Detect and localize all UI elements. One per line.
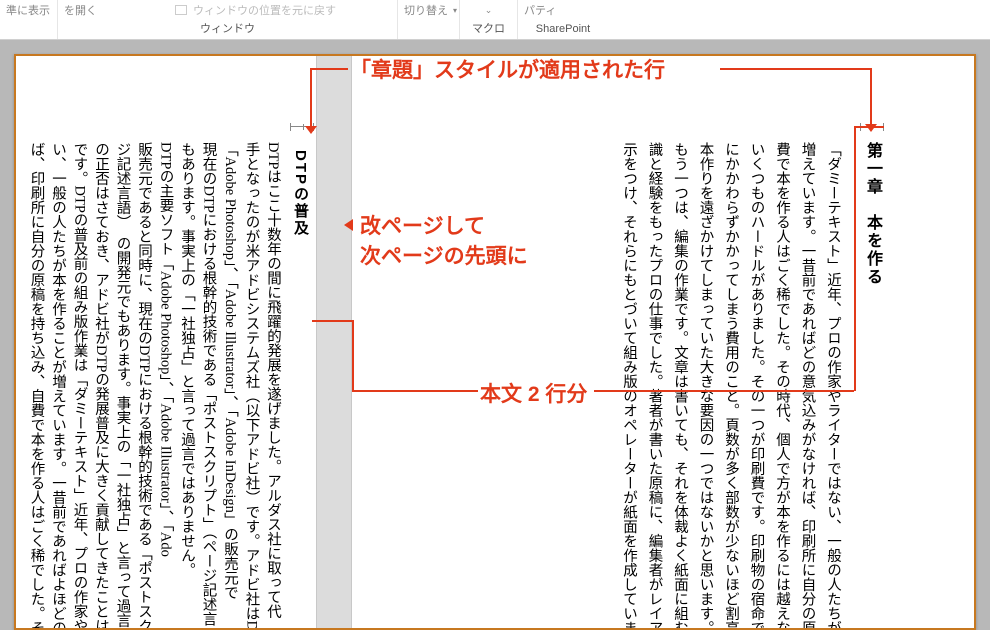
annotation-line bbox=[352, 320, 354, 390]
text-line: です。DTPの普及前の組み版作業は「ダミーテキスト」近年、プロの作家や bbox=[69, 142, 91, 628]
text-line: 識と経験をもったプロの仕事でした。著者が書いた原稿に、編集者がレイアウ bbox=[644, 142, 666, 628]
text-line: ジ記述言語） の開発元でもあります。事実上の「一社独占」と言って過言では bbox=[112, 142, 134, 628]
page-gap bbox=[316, 56, 352, 628]
ribbon-group-label-sharepoint: SharePoint bbox=[524, 20, 602, 38]
ribbon-item-reset-position: ウィンドウの位置を元に戻す bbox=[175, 2, 336, 18]
ribbon-item-open[interactable]: を開く bbox=[64, 2, 97, 18]
section-heading: DTPの普及 bbox=[290, 150, 311, 237]
text-line: 費で本を作る人はごく稀でした。その時代、個人で方が本を作るには越えなけ bbox=[771, 142, 793, 628]
chevron-down-icon: ▾ bbox=[453, 6, 457, 15]
text-line: ば、印刷所に自分の原稿を持ち込み、自費で本を作る人はごく稀でした。その bbox=[26, 142, 48, 628]
window-icon bbox=[175, 5, 187, 15]
text-line: 本作りを遠ざかけてしまっていた大きな要因の一つではないかと思います。 bbox=[695, 142, 717, 628]
ribbon-group-label bbox=[6, 20, 51, 38]
text-line: いくつものハードルがありました。その一つが印刷費です。印刷物の宿命であ bbox=[746, 142, 768, 628]
text-line: 販売元であると同時に、現在のDTPにおける根幹的技術である「ポストスク bbox=[133, 142, 155, 628]
text-line: 手となったのが米アドビシステムズ社（以下アドビ社）です。アドビ社はDT bbox=[241, 142, 263, 628]
text-line: もう一つは、編集の作業です。文章は書いても、それを体裁よく紙面に組む bbox=[669, 142, 691, 628]
ribbon: 準に表示 を開く ウィンドウの位置を元に戻す ウィンドウ 切り替え▾ ⌄ マクロ… bbox=[0, 0, 990, 40]
text-line: もあります。事実上の「一社独占」と言って過言ではありません。 bbox=[176, 142, 198, 628]
ribbon-group-label-window: ウィンドウ bbox=[64, 20, 391, 38]
chapter-heading: 第一章 本を作る bbox=[860, 142, 884, 286]
annotation-line bbox=[352, 390, 478, 392]
arrow-left-icon bbox=[344, 219, 353, 231]
ribbon-group-label-macro: マクロ bbox=[466, 20, 511, 38]
ribbon-item-switch[interactable]: 切り替え▾ bbox=[404, 2, 457, 18]
ruler-tick bbox=[303, 124, 304, 130]
arrow-down-icon bbox=[305, 126, 317, 134]
annotation-line bbox=[870, 68, 872, 126]
ribbon-group-1: 準に表示 bbox=[0, 0, 58, 39]
text-line: DTPの主要ソフト「Adobe Photoshop」、「Adobe Illust… bbox=[155, 142, 177, 628]
annotation-line bbox=[310, 68, 312, 128]
text-line: の正否はさておき、アドビ社がDTPの発展普及に大きく貢献してきたことは bbox=[90, 142, 112, 628]
chevron-down-icon[interactable]: ⌄ bbox=[485, 5, 493, 16]
annotation-two-lines: 本文 2 行分 bbox=[480, 378, 587, 408]
text-line: い、一般の人たちが本を作ることが増えています。一昔前であればよほどの意 bbox=[47, 142, 69, 628]
annotation-line bbox=[854, 126, 884, 128]
text-line: 「Adobe Photoshop」、「Adobe Illustrator」、「A… bbox=[219, 142, 241, 628]
text-line: 示をつけ、それらにもとづいて組み版のオペレーターが紙面を作成していまし bbox=[618, 142, 640, 628]
text-line: 増えています。一昔前であればどの意気込みがなければ、印刷所に自分の原稿 bbox=[797, 142, 819, 628]
annotation-line bbox=[310, 68, 348, 70]
document-workspace: 第一章 本を作る 「ダミーテキスト」近年、プロの作家やライターではない、一般の人… bbox=[0, 40, 990, 630]
annotation-page-break: 改ページして 次ページの先頭に bbox=[360, 210, 528, 270]
text-line: 「ダミーテキスト」近年、プロの作家やライターではない、一般の人たちが bbox=[822, 142, 844, 628]
annotation-style-applied: 「章題」スタイルが適用された行 bbox=[350, 54, 665, 84]
annotation-line bbox=[312, 320, 352, 322]
page-spread[interactable]: 第一章 本を作る 「ダミーテキスト」近年、プロの作家やライターではない、一般の人… bbox=[14, 54, 976, 630]
text-line: 現在のDTPにおける根幹的技術である「ポストスクリプト」（ページ記述言 bbox=[198, 142, 220, 628]
ribbon-item-align[interactable]: 準に表示 bbox=[6, 2, 50, 18]
ribbon-group-macro: ⌄ マクロ bbox=[460, 0, 518, 39]
ribbon-group-switch: 切り替え▾ bbox=[398, 0, 460, 39]
annotation-line bbox=[594, 390, 854, 392]
ribbon-item-property[interactable]: パティ bbox=[524, 2, 556, 18]
ribbon-group-sharepoint: パティ SharePoint bbox=[518, 0, 608, 39]
annotation-line bbox=[720, 68, 872, 70]
text-line: にかかわらずかかってしまう費用のこと。頁数が多く部数が少ないほど割高感 bbox=[720, 142, 742, 628]
annotation-line bbox=[854, 126, 856, 391]
text-line: DTPはここ十数年の間に飛躍的発展を遂げました。アルダス社に取って代 bbox=[262, 142, 284, 628]
ribbon-group-window: を開く ウィンドウの位置を元に戻す ウィンドウ bbox=[58, 0, 398, 39]
